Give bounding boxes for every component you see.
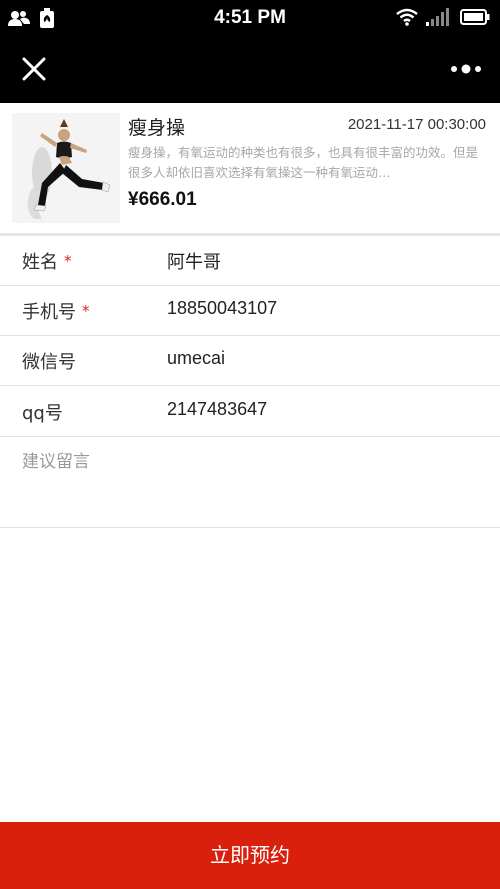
required-mark: * xyxy=(64,252,72,270)
remark-textarea[interactable] xyxy=(22,447,482,517)
product-image xyxy=(12,113,120,223)
phone-field[interactable]: 18850043107 xyxy=(167,298,277,319)
required-mark: * xyxy=(82,302,90,320)
wechat-label: 微信号 xyxy=(22,352,76,373)
nav-bar xyxy=(0,36,500,103)
wifi-icon xyxy=(396,8,418,30)
form-row-phone[interactable]: 手机号 * 18850043107 xyxy=(0,286,500,336)
product-price: ¥666.01 xyxy=(128,189,197,210)
book-now-button[interactable]: 立即预约 xyxy=(0,822,500,889)
status-bar-right xyxy=(396,8,490,30)
phone-label: 手机号 * xyxy=(22,302,90,323)
qq-field[interactable]: 2147483647 xyxy=(167,399,267,420)
signal-icon xyxy=(426,8,452,30)
status-bar: 4:51 PM xyxy=(0,0,500,36)
product-card[interactable]: 瘦身操 2021-11-17 00:30:00 瘦身操，有氧运动的种类也有很多，… xyxy=(0,103,500,233)
qq-label: qq号 xyxy=(22,403,63,424)
form-row-wechat[interactable]: 微信号 umecai xyxy=(0,336,500,386)
name-label: 姓名 * xyxy=(22,252,72,273)
name-field[interactable]: 阿牛哥 xyxy=(167,248,221,274)
battery-icon xyxy=(460,9,490,29)
product-title: 瘦身操 xyxy=(128,117,186,139)
close-icon[interactable] xyxy=(18,53,50,85)
product-datetime: 2021-11-17 00:30:00 xyxy=(347,116,486,133)
product-description: 瘦身操，有氧运动的种类也有很多，也具有很丰富的功效。但是很多人却依旧喜欢选择有氧… xyxy=(128,145,478,180)
form-row-name[interactable]: 姓名 * 阿牛哥 xyxy=(0,236,500,286)
remark-section xyxy=(0,437,500,528)
wechat-field[interactable]: umecai xyxy=(167,348,225,369)
more-options-icon[interactable] xyxy=(448,56,484,82)
form-row-qq[interactable]: qq号 2147483647 xyxy=(0,387,500,437)
